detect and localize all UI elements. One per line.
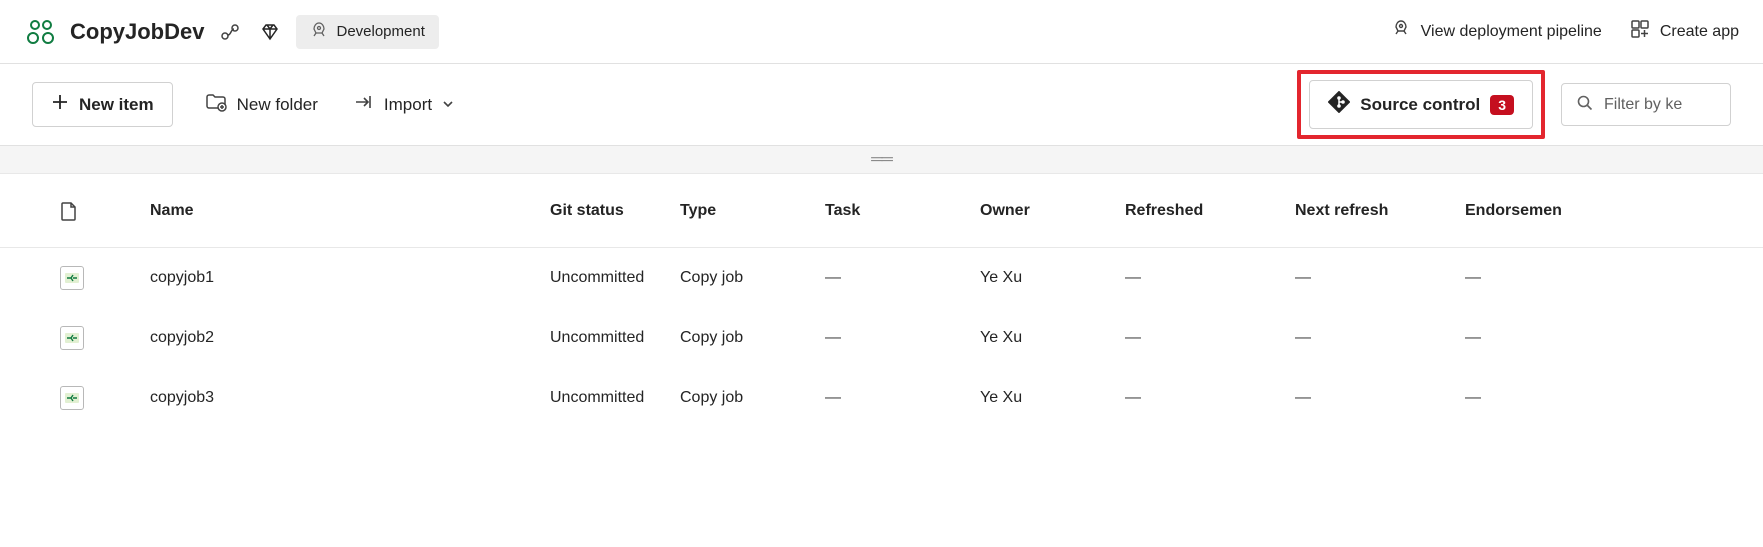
table-header-row: Name Git status Type Task Owner Refreshe… — [0, 174, 1763, 248]
new-item-button[interactable]: New item — [32, 82, 173, 127]
cell-task: — — [825, 329, 980, 347]
cell-type: Copy job — [680, 269, 825, 287]
cell-endorsement: — — [1465, 269, 1645, 287]
column-type[interactable]: Type — [680, 202, 825, 220]
import-icon — [354, 92, 374, 117]
workspace-header: CopyJobDev Development — [0, 0, 1763, 64]
new-item-label: New item — [79, 95, 154, 115]
column-git-status[interactable]: Git status — [550, 202, 680, 220]
cell-git-status: Uncommitted — [550, 329, 680, 347]
filter-box[interactable] — [1561, 83, 1731, 126]
cell-next-refresh: — — [1295, 389, 1465, 407]
chevron-down-icon — [442, 95, 454, 115]
new-folder-button[interactable]: New folder — [201, 81, 322, 128]
flow-icon[interactable] — [216, 18, 244, 46]
source-control-highlight: Source control 3 — [1297, 70, 1545, 139]
view-pipeline-button[interactable]: View deployment pipeline — [1391, 19, 1602, 44]
search-icon — [1576, 94, 1594, 115]
column-endorsement[interactable]: Endorsemen — [1465, 202, 1645, 220]
new-folder-label: New folder — [237, 95, 318, 115]
cell-owner: Ye Xu — [980, 269, 1125, 287]
cell-refreshed: — — [1125, 389, 1295, 407]
cell-git-status: Uncommitted — [550, 389, 680, 407]
cell-refreshed: — — [1125, 329, 1295, 347]
column-icon[interactable] — [60, 201, 150, 221]
apps-icon — [1630, 19, 1650, 44]
cell-endorsement: — — [1465, 329, 1645, 347]
cell-next-refresh: — — [1295, 329, 1465, 347]
item-type-icon — [60, 266, 150, 291]
git-icon — [1328, 91, 1350, 118]
stage-pill[interactable]: Development — [296, 15, 438, 49]
column-task[interactable]: Task — [825, 202, 980, 220]
cell-owner: Ye Xu — [980, 389, 1125, 407]
column-owner[interactable]: Owner — [980, 202, 1125, 220]
import-button[interactable]: Import — [350, 82, 458, 127]
cell-endorsement: — — [1465, 389, 1645, 407]
column-name[interactable]: Name — [150, 202, 550, 220]
view-pipeline-label: View deployment pipeline — [1421, 23, 1602, 41]
table-row[interactable]: copyjob3UncommittedCopy job—Ye Xu——— — [0, 368, 1763, 428]
cell-owner: Ye Xu — [980, 329, 1125, 347]
stage-label: Development — [336, 23, 424, 40]
cell-next-refresh: — — [1295, 269, 1465, 287]
workspace-title: CopyJobDev — [70, 19, 204, 45]
rocket-icon — [310, 21, 328, 43]
cell-refreshed: — — [1125, 269, 1295, 287]
source-control-label: Source control — [1360, 95, 1480, 115]
item-name[interactable]: copyjob2 — [150, 329, 550, 347]
item-name[interactable]: copyjob3 — [150, 389, 550, 407]
table-row[interactable]: copyjob1UncommittedCopy job—Ye Xu——— — [0, 248, 1763, 308]
import-label: Import — [384, 95, 432, 115]
cell-type: Copy job — [680, 329, 825, 347]
items-table: Name Git status Type Task Owner Refreshe… — [0, 174, 1763, 428]
source-control-button[interactable]: Source control 3 — [1309, 80, 1533, 129]
plus-icon — [51, 93, 69, 116]
diamond-icon[interactable] — [256, 18, 284, 46]
grip-icon: ══ — [871, 151, 892, 169]
column-refreshed[interactable]: Refreshed — [1125, 202, 1295, 220]
resize-grip[interactable]: ══ — [0, 146, 1763, 174]
column-next-refresh[interactable]: Next refresh — [1295, 202, 1465, 220]
item-type-icon — [60, 386, 150, 411]
cell-git-status: Uncommitted — [550, 269, 680, 287]
item-name[interactable]: copyjob1 — [150, 269, 550, 287]
rocket-icon — [1391, 19, 1411, 44]
workspace-icon — [24, 15, 58, 49]
toolbar: New item New folder Import — [0, 64, 1763, 146]
table-row[interactable]: copyjob2UncommittedCopy job—Ye Xu——— — [0, 308, 1763, 368]
cell-task: — — [825, 389, 980, 407]
cell-task: — — [825, 269, 980, 287]
create-app-label: Create app — [1660, 23, 1739, 41]
folder-plus-icon — [205, 91, 227, 118]
create-app-button[interactable]: Create app — [1630, 19, 1739, 44]
cell-type: Copy job — [680, 389, 825, 407]
filter-input[interactable] — [1604, 96, 1731, 114]
source-control-badge: 3 — [1490, 95, 1514, 115]
item-type-icon — [60, 326, 150, 351]
